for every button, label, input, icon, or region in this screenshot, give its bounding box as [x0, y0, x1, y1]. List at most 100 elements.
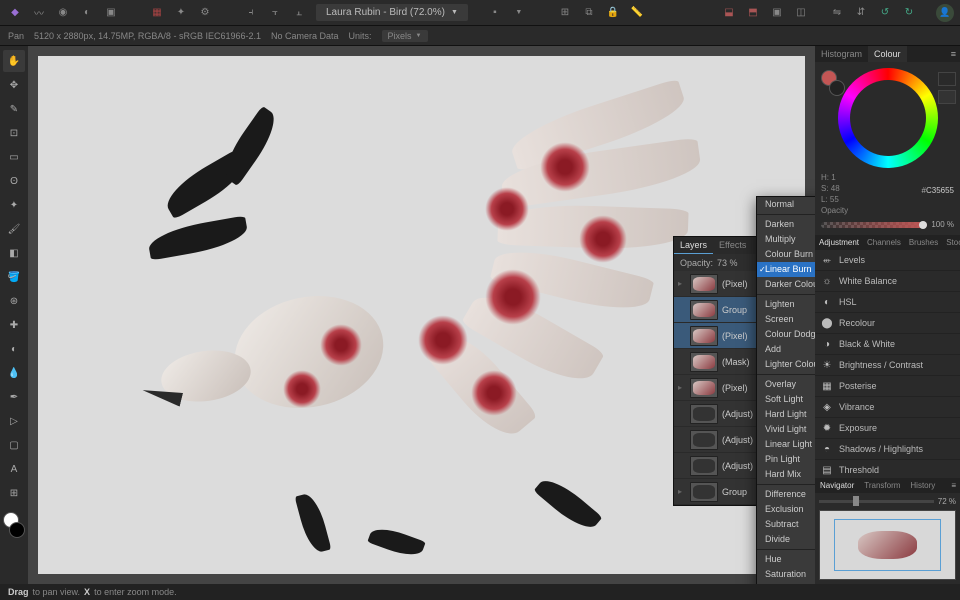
align-left-icon[interactable]: ⫞	[242, 4, 260, 22]
adjustment-vibrance[interactable]: ◈Vibrance	[815, 397, 960, 418]
layer-expand-icon[interactable]: ▸	[678, 383, 686, 392]
node-tool[interactable]: ▷	[3, 410, 25, 432]
align-right-icon[interactable]: ⫠	[290, 4, 308, 22]
tab-transform[interactable]: Transform	[859, 478, 905, 493]
tab-colour[interactable]: Colour	[868, 46, 907, 62]
navigator-preview[interactable]	[819, 510, 956, 580]
blend-mode-menu[interactable]: Normal DarkenMultiplyColour BurnLinear Bu…	[756, 196, 815, 584]
layer-thumbnail[interactable]	[690, 300, 718, 320]
ruler-icon[interactable]: 📏	[628, 4, 646, 22]
text-tool[interactable]: A	[3, 458, 25, 480]
navigator-viewport-rect[interactable]	[834, 519, 941, 571]
shape-tool[interactable]: ▢	[3, 434, 25, 456]
crop-tool[interactable]: ⊡	[3, 122, 25, 144]
blend-mode-linear-burn[interactable]: Linear Burn	[757, 262, 815, 277]
layer-thumbnail[interactable]	[690, 326, 718, 346]
layer-thumbnail[interactable]	[690, 274, 718, 294]
blend-mode-add[interactable]: Add	[757, 342, 815, 357]
assets-icon[interactable]: ✦	[172, 4, 190, 22]
blend-mode-hard-mix[interactable]: Hard Mix	[757, 467, 815, 482]
layer-thumbnail[interactable]	[690, 404, 718, 424]
adjustment-black-&-white[interactable]: ◑Black & White	[815, 334, 960, 355]
healing-tool[interactable]: ✚	[3, 314, 25, 336]
tab-effects[interactable]: Effects	[713, 237, 752, 254]
blend-mode-multiply[interactable]: Multiply	[757, 232, 815, 247]
color-picker-tool[interactable]: ✎	[3, 98, 25, 120]
flip-v-icon[interactable]: ⇵	[852, 4, 870, 22]
persona-export-icon[interactable]: ▣	[102, 4, 120, 22]
blend-mode-saturation[interactable]: Saturation	[757, 567, 815, 582]
blend-mode-pin-light[interactable]: Pin Light	[757, 452, 815, 467]
blend-mode-lighter-colour[interactable]: Lighter Colour	[757, 357, 815, 372]
swatch-icon[interactable]: ▦	[148, 4, 166, 22]
tab-brushes[interactable]: Brushes	[905, 235, 942, 250]
flood-select-tool[interactable]: ✦	[3, 194, 25, 216]
lasso-tool[interactable]: ʘ	[3, 170, 25, 192]
secondary-colour-well[interactable]	[829, 80, 845, 96]
blend-mode-colour[interactable]: Colour	[757, 582, 815, 584]
hex-input[interactable]: C35655	[926, 186, 954, 195]
dodge-tool[interactable]: ◐	[3, 338, 25, 360]
layer-thumbnail[interactable]	[690, 430, 718, 450]
account-avatar[interactable]: 👤	[936, 4, 954, 22]
eraser-tool[interactable]: ◧	[3, 242, 25, 264]
panel-menu-icon[interactable]: ≡	[947, 478, 960, 493]
settings-gear-icon[interactable]: ⚙	[196, 4, 214, 22]
adjustment-brightness-contrast[interactable]: ☀Brightness / Contrast	[815, 355, 960, 376]
rotate-ccw-icon[interactable]: ↺	[876, 4, 894, 22]
align-center-icon[interactable]: ⫟	[266, 4, 284, 22]
colour-picker-handle[interactable]	[890, 120, 898, 128]
group-icon[interactable]: ▣	[768, 4, 786, 22]
blend-mode-darken[interactable]: Darken	[757, 217, 815, 232]
saturation-box[interactable]	[863, 93, 913, 143]
rotate-cw-icon[interactable]: ↻	[900, 4, 918, 22]
layer-expand-icon[interactable]: ▸	[678, 279, 686, 288]
tab-channels[interactable]: Channels	[863, 235, 905, 250]
preview-mode-icon[interactable]: ▪	[486, 4, 504, 22]
color-wells[interactable]	[3, 512, 25, 538]
adjustment-exposure[interactable]: ✹Exposure	[815, 418, 960, 439]
arrange-front-icon[interactable]: ⬒	[744, 4, 762, 22]
persona-tone-icon[interactable]: ◐	[78, 4, 96, 22]
clone-tool[interactable]: ⊛	[3, 290, 25, 312]
lock-icon[interactable]: 🔒	[604, 4, 622, 22]
units-dropdown[interactable]: Pixels ▼	[382, 30, 428, 42]
blend-mode-colour-burn[interactable]: Colour Burn	[757, 247, 815, 262]
blend-mode-overlay[interactable]: Overlay	[757, 377, 815, 392]
blend-mode-hard-light[interactable]: Hard Light	[757, 407, 815, 422]
layer-thumbnail[interactable]	[690, 352, 718, 372]
fill-tool[interactable]: 🪣	[3, 266, 25, 288]
canvas-viewport[interactable]: Layers Effects Styles ≡ Opacity: 73 % ⚙ …	[28, 46, 815, 584]
blend-mode-hue[interactable]: Hue	[757, 552, 815, 567]
brush-tool[interactable]: 🖌	[3, 218, 25, 240]
colour-opacity-value[interactable]: 100 %	[931, 220, 954, 229]
colour-opacity-slider[interactable]: 100 %	[821, 220, 954, 229]
zoom-slider[interactable]: 72 %	[819, 497, 956, 506]
tab-layers[interactable]: Layers	[674, 237, 713, 254]
adjustment-recolour[interactable]: ⬤Recolour	[815, 313, 960, 334]
layer-opacity-value[interactable]: 73 %	[717, 258, 738, 268]
tab-navigator[interactable]: Navigator	[815, 478, 859, 493]
tab-stock[interactable]: Stock	[942, 235, 960, 250]
tab-histogram[interactable]: Histogram	[815, 46, 868, 62]
blend-mode-subtract[interactable]: Subtract	[757, 517, 815, 532]
marquee-tool[interactable]: ▭	[3, 146, 25, 168]
blend-mode-normal[interactable]: Normal	[757, 197, 815, 212]
adjustment-levels[interactable]: ⬴Levels	[815, 250, 960, 271]
layer-expand-icon[interactable]: ▸	[678, 487, 686, 496]
preview-dropdown-icon[interactable]: ▼	[510, 4, 528, 22]
hue-wheel[interactable]	[838, 68, 938, 168]
tab-adjustment[interactable]: Adjustment	[815, 235, 863, 250]
tab-history[interactable]: History	[905, 478, 940, 493]
recent-swatch[interactable]	[938, 90, 956, 104]
blur-tool[interactable]: 💧	[3, 362, 25, 384]
blend-mode-soft-light[interactable]: Soft Light	[757, 392, 815, 407]
ungroup-icon[interactable]: ◫	[792, 4, 810, 22]
background-color[interactable]	[9, 522, 25, 538]
adjustment-hsl[interactable]: ◐HSL	[815, 292, 960, 313]
document-title-dropdown[interactable]: Laura Rubin - Bird (72.0%) ▼	[316, 4, 468, 21]
pan-tool[interactable]: ✋	[3, 50, 25, 72]
blend-mode-exclusion[interactable]: Exclusion	[757, 502, 815, 517]
adjustment-posterise[interactable]: ▦Posterise	[815, 376, 960, 397]
blend-mode-divide[interactable]: Divide	[757, 532, 815, 547]
